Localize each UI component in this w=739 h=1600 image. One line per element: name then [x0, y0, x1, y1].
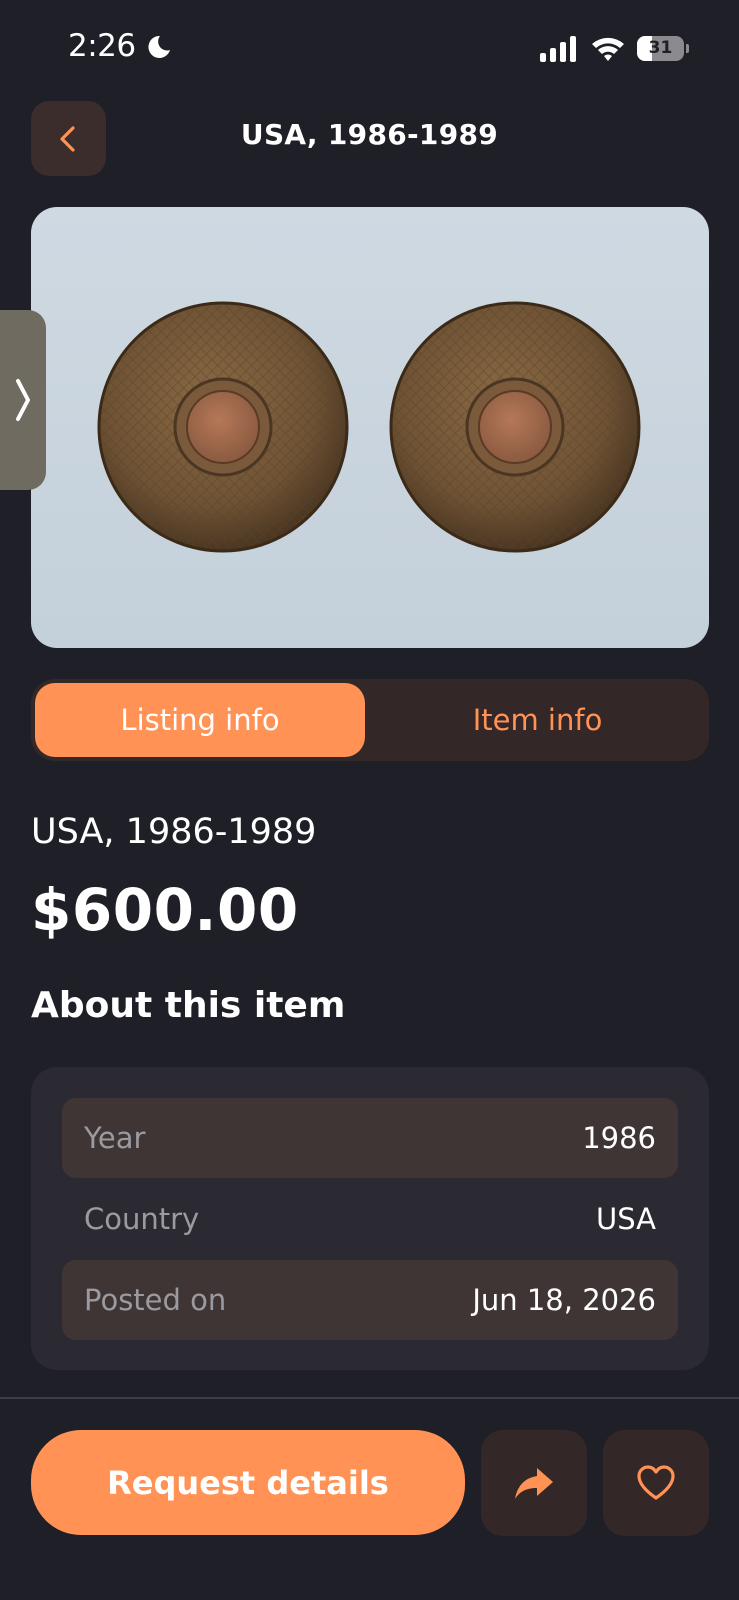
- share-button[interactable]: [481, 1430, 587, 1536]
- coin-front: [97, 301, 349, 553]
- about-heading: About this item: [31, 985, 346, 1026]
- battery-body: 31: [637, 36, 684, 61]
- battery-level: 31: [648, 38, 673, 58]
- page-title: USA, 1986-1989: [240, 118, 499, 151]
- share-icon: [515, 1468, 553, 1499]
- detail-label: Posted on: [84, 1283, 227, 1317]
- favorite-button[interactable]: [603, 1430, 709, 1536]
- wifi-icon: [592, 37, 624, 61]
- detail-value: Jun 18, 2026: [472, 1283, 656, 1317]
- item-price: $600.00: [31, 876, 299, 944]
- tab-item-info[interactable]: Item info: [370, 683, 705, 757]
- status-bar: 2:26 31: [0, 0, 739, 90]
- detail-row-country: Country USA: [62, 1179, 678, 1259]
- battery-icon: 31: [637, 36, 689, 61]
- divider: [0, 1397, 739, 1399]
- back-button[interactable]: [31, 101, 106, 176]
- status-time: 2:26: [68, 28, 136, 64]
- detail-label: Country: [84, 1202, 200, 1236]
- coin-photo: [97, 301, 641, 553]
- tab-listing-info[interactable]: Listing info: [35, 683, 365, 757]
- side-panel-handle[interactable]: [0, 310, 46, 490]
- moon-icon: [148, 35, 170, 58]
- details-card: Year 1986 Country USA Posted on Jun 18, …: [31, 1067, 709, 1370]
- chevron-left-icon: [59, 125, 75, 152]
- battery-tip: [686, 44, 689, 53]
- item-name: USA, 1986-1989: [31, 812, 317, 852]
- chevron-right-icon: [16, 379, 30, 421]
- signal-icon: [540, 36, 576, 62]
- detail-value: 1986: [582, 1121, 656, 1155]
- heart-icon: [637, 1465, 675, 1500]
- item-image[interactable]: [31, 207, 709, 648]
- detail-label: Year: [84, 1121, 146, 1155]
- coin-back: [389, 301, 641, 553]
- tab-bar: Listing info Item info: [31, 679, 709, 761]
- detail-row-posted-on: Posted on Jun 18, 2026: [62, 1260, 678, 1340]
- detail-row-year: Year 1986: [62, 1098, 678, 1178]
- request-details-button[interactable]: Request details: [31, 1430, 465, 1535]
- detail-value: USA: [595, 1202, 656, 1236]
- screen: 2:26 31 USA, 1986-1989 Listing info Item…: [0, 0, 739, 1600]
